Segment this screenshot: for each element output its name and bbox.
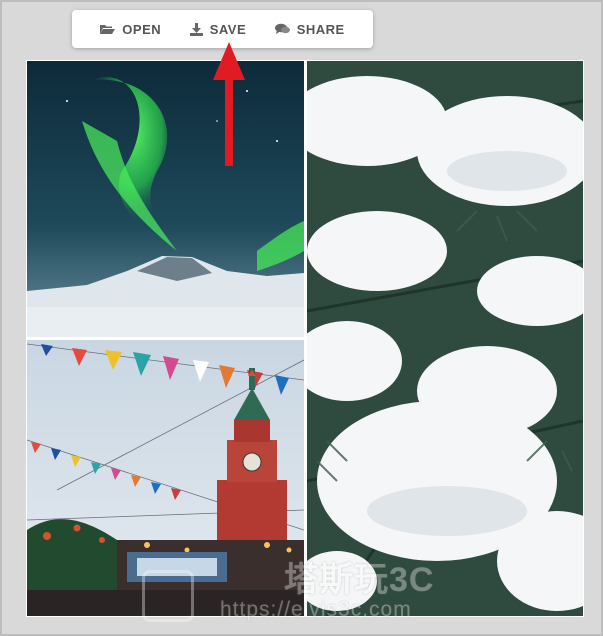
snowy-pine-image	[307, 61, 583, 616]
photo-collage	[26, 60, 584, 617]
download-icon	[189, 22, 203, 36]
share-label: SHARE	[296, 21, 345, 37]
kremlin-image	[27, 340, 304, 616]
open-button[interactable]: OPEN	[100, 10, 161, 48]
aurora-image	[27, 61, 304, 337]
kremlin-photo[interactable]	[27, 340, 304, 616]
snowy-pine-photo[interactable]	[307, 61, 583, 616]
toolbar: OPEN SAVE SHARE	[72, 10, 373, 48]
save-label: SAVE	[209, 21, 247, 37]
share-button[interactable]: SHARE	[274, 10, 345, 48]
open-label: OPEN	[122, 21, 162, 37]
aurora-photo[interactable]	[27, 61, 304, 337]
folder-open-icon	[100, 23, 116, 35]
save-button[interactable]: SAVE	[189, 10, 247, 48]
speech-bubbles-icon	[274, 23, 290, 35]
app-frame: OPEN SAVE SHARE 塔斯玩3C https://elvis3c.co…	[0, 0, 603, 636]
